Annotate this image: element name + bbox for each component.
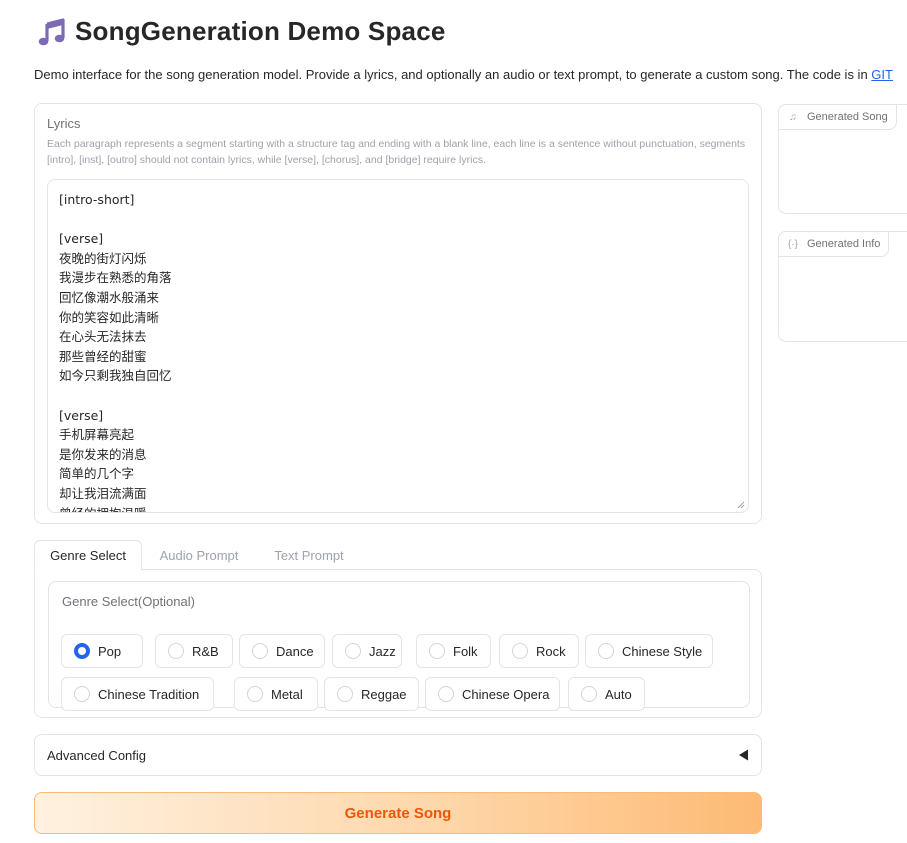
radio-circle-icon[interactable] <box>581 686 597 702</box>
lyrics-line: 手机屏幕亮起 <box>59 427 135 443</box>
page: SongGeneration Demo Space Demo interface… <box>0 0 907 843</box>
radio-circle-icon[interactable] <box>252 643 268 659</box>
genre-option-dance[interactable]: Dance <box>239 634 325 668</box>
radio-circle-icon[interactable] <box>345 643 361 659</box>
genre-option-label: Pop <box>98 643 122 659</box>
prompt-tabs: Genre Select Audio Prompt Text Prompt <box>34 540 762 570</box>
lyrics-block: Lyrics Each paragraph represents a segme… <box>34 103 762 524</box>
genre-option-reggae[interactable]: Reggae <box>324 677 419 711</box>
lyrics-line: 回忆像潮水般涌来 <box>59 289 160 305</box>
genre-option-label: Chinese Tradition <box>98 686 200 702</box>
music-icon: ♫ <box>789 111 797 123</box>
generated-song-panel: ♫ Generated Song <box>778 104 907 214</box>
generated-info-text: Generated Info <box>807 238 881 250</box>
lyrics-line: 是你发来的消息 <box>59 446 147 462</box>
json-braces-icon: {·} <box>787 238 798 250</box>
header: SongGeneration Demo Space <box>37 16 446 47</box>
generated-info-panel: {·} Generated Info <box>778 231 907 342</box>
lyrics-line: 夜晚的街灯闪烁 <box>59 250 147 266</box>
lyrics-line: [verse] <box>59 407 104 423</box>
lyrics-line: 简单的几个字 <box>59 466 135 482</box>
radio-circle-icon[interactable] <box>429 643 445 659</box>
genre-option-chinese-style[interactable]: Chinese Style <box>585 634 713 668</box>
genre-option-chinese-tradition[interactable]: Chinese Tradition <box>61 677 214 711</box>
page-title: SongGeneration Demo Space <box>75 16 446 46</box>
genre-option-jazz[interactable]: Jazz <box>332 634 402 668</box>
radio-circle-icon[interactable] <box>168 643 184 659</box>
page-description: Demo interface for the song generation m… <box>34 67 893 82</box>
lyrics-line: 那些曾经的甜蜜 <box>59 348 147 364</box>
resize-handle-icon[interactable] <box>737 501 745 509</box>
generated-song-text: Generated Song <box>807 111 888 123</box>
generated-info-label: {·} Generated Info <box>778 231 890 257</box>
genre-option-label: Folk <box>453 643 478 659</box>
genre-option-metal[interactable]: Metal <box>234 677 318 711</box>
radio-circle-icon[interactable] <box>247 686 263 702</box>
radio-circle-icon[interactable] <box>74 643 90 659</box>
genre-radio-group: Genre Select(Optional) Pop R&B Dance Jazz Fo… <box>48 581 750 711</box>
genre-option-label: Metal <box>271 686 303 702</box>
genre-option-rock[interactable]: Rock <box>499 634 579 668</box>
lyrics-line: 却让我泪流满面 <box>59 485 147 501</box>
tab-audio-prompt[interactable]: Audio Prompt <box>148 540 250 570</box>
genre-option-label: Jazz <box>369 643 396 659</box>
radio-circle-icon[interactable] <box>512 643 528 659</box>
lyrics-line: 我漫步在熟悉的角落 <box>59 270 172 286</box>
genre-option-label: Chinese Opera <box>462 686 550 702</box>
genre-option-label: Chinese Style <box>622 643 703 659</box>
genre-option-rnb[interactable]: R&B <box>155 634 233 668</box>
music-note-icon <box>38 17 65 45</box>
lyrics-label: Lyrics <box>47 116 81 131</box>
advanced-config-label: Advanced Config <box>47 747 147 763</box>
description-text: Demo interface for the song generation m… <box>34 67 872 82</box>
lyrics-line: 你的笑容如此清晰 <box>59 309 160 325</box>
lyrics-line: 如今只剩我独自回忆 <box>59 368 172 384</box>
genre-label: Genre Select(Optional) <box>62 594 195 609</box>
lyrics-line: 在心头无法抹去 <box>59 329 147 345</box>
radio-circle-icon[interactable] <box>438 686 454 702</box>
genre-option-label: Reggae <box>361 686 407 702</box>
lyrics-line: 曾经的拥抱温暖 <box>59 505 147 513</box>
git-link[interactable]: GIT <box>871 67 893 82</box>
genre-option-label: Auto <box>605 686 632 702</box>
tab-text-prompt[interactable]: Text Prompt <box>262 540 356 570</box>
genre-option-folk[interactable]: Folk <box>416 634 491 668</box>
lyrics-textarea[interactable]: [intro-short] [verse] 夜晚的街灯闪烁我漫步在熟悉的角落 回忆像潮… <box>47 179 749 513</box>
genre-option-label: Dance <box>276 643 314 659</box>
lyrics-info: Each paragraph represents a segment star… <box>47 138 746 166</box>
genre-option-pop[interactable]: Pop <box>61 634 143 668</box>
lyrics-line <box>59 210 736 230</box>
radio-circle-icon[interactable] <box>598 643 614 659</box>
caret-left-icon <box>739 749 748 761</box>
radio-circle-icon[interactable] <box>74 686 90 702</box>
genre-option-label: Rock <box>536 643 566 659</box>
genre-option-chinese-opera[interactable]: Chinese Opera <box>425 677 560 711</box>
lyrics-line: [intro-short] <box>59 192 135 207</box>
lyrics-line: [verse] <box>59 231 104 247</box>
genre-option-label: R&B <box>192 643 219 659</box>
radio-circle-icon[interactable] <box>337 686 353 702</box>
tab-genre-select[interactable]: Genre Select <box>34 540 142 570</box>
genre-option-auto[interactable]: Auto <box>568 677 645 711</box>
advanced-config-accordion[interactable]: Advanced Config <box>34 734 762 776</box>
genre-tab-panel: Genre Select(Optional) Pop R&B Dance Jazz Fo… <box>34 569 762 718</box>
generated-song-label: ♫ Generated Song <box>778 104 897 130</box>
generate-song-button[interactable]: Generate Song <box>34 792 762 834</box>
lyrics-line <box>59 386 736 406</box>
